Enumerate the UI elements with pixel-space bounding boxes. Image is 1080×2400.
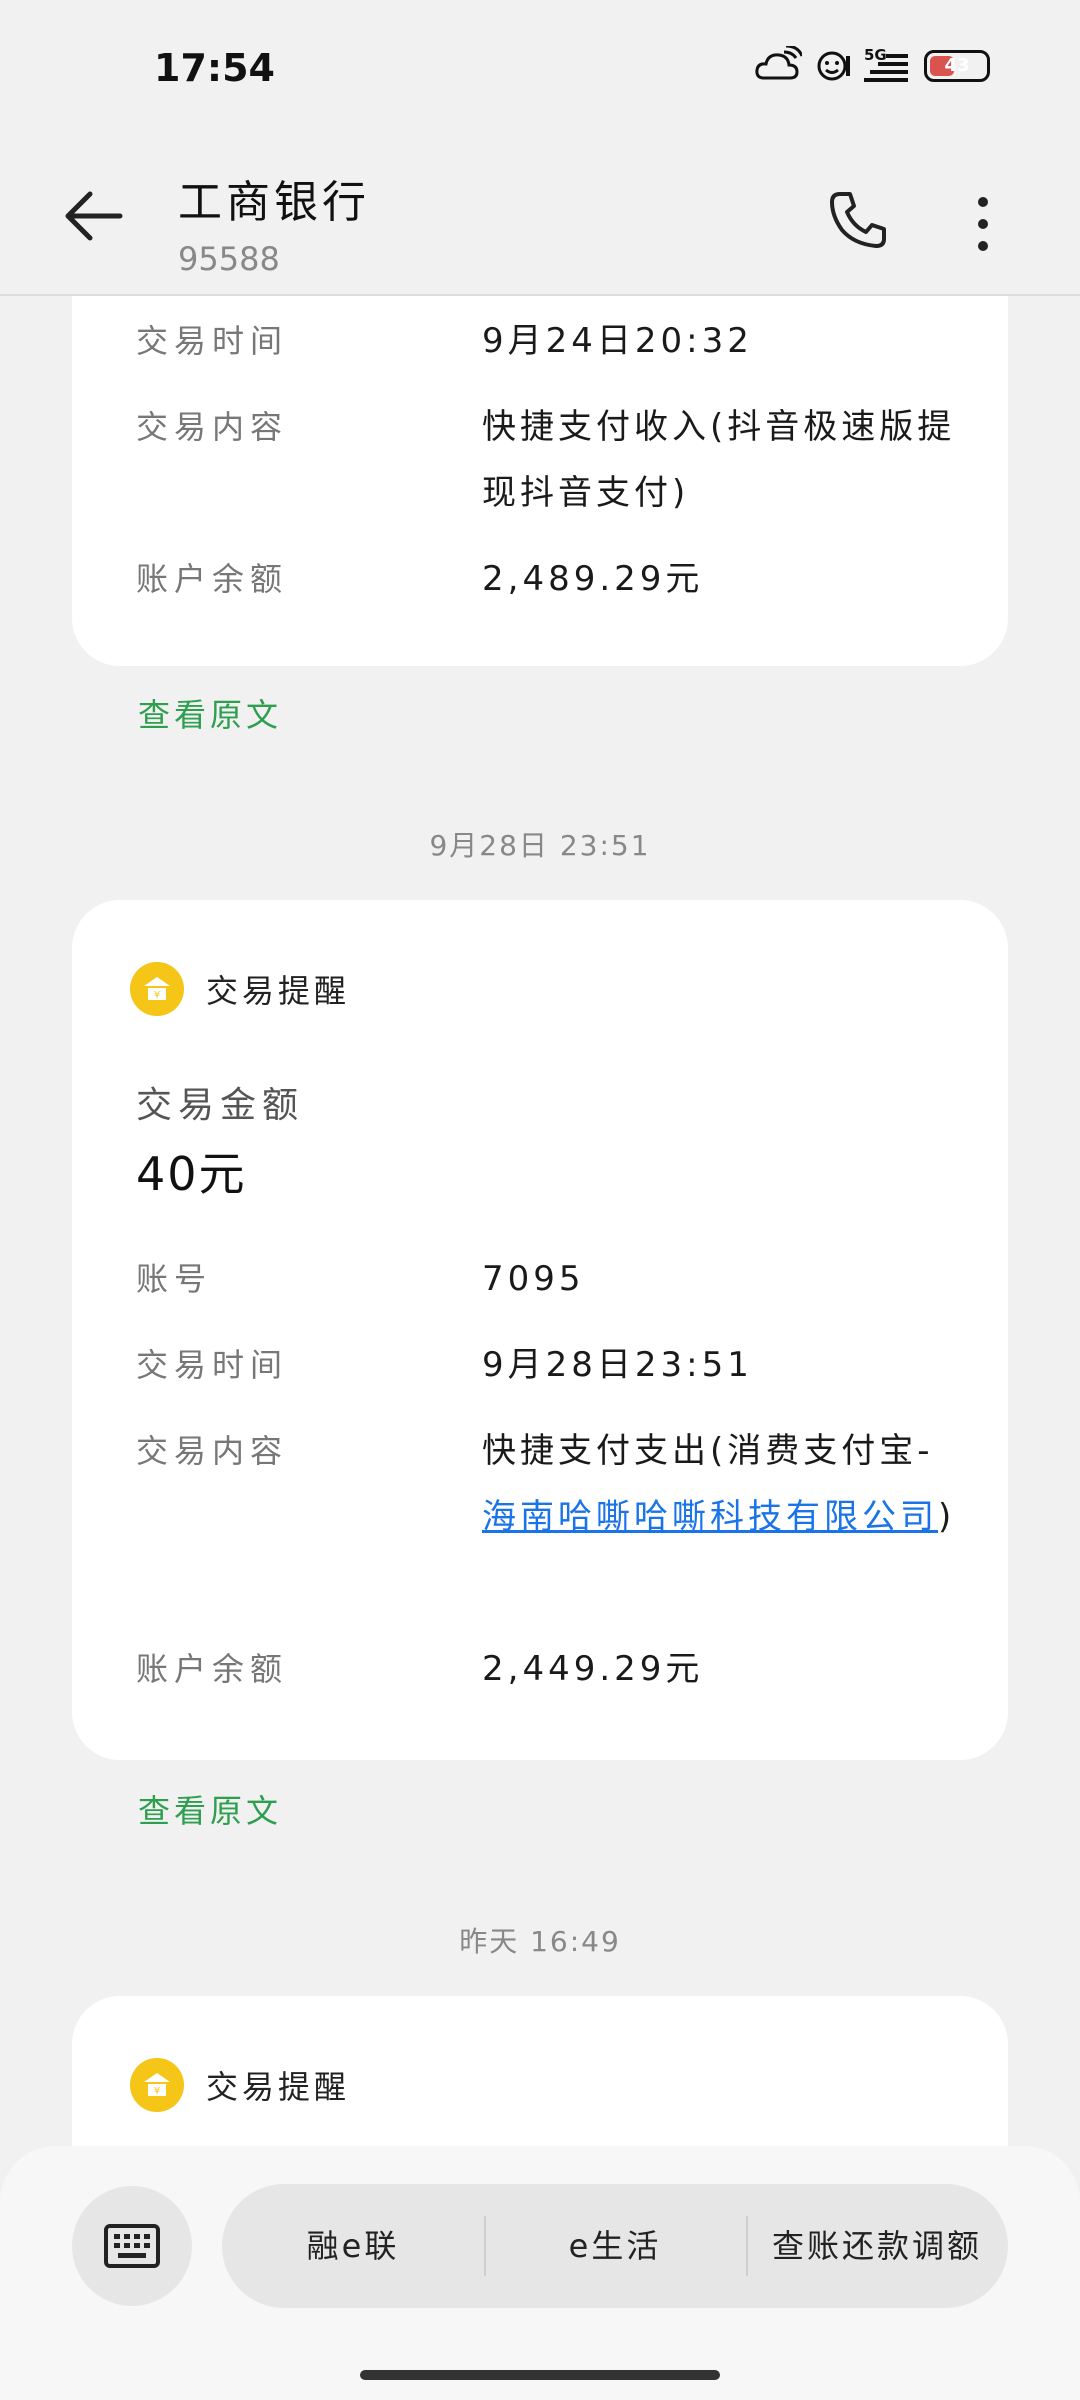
contact-name: 工商银行 (178, 177, 370, 228)
phone-icon[interactable] (826, 188, 890, 252)
row-value: 9月24日20:32 (482, 321, 753, 361)
bank-icon: ¥ (130, 2058, 184, 2112)
bank-icon: ¥ (130, 962, 184, 1016)
keyboard-icon (104, 2224, 160, 2268)
cloud-wifi-icon (755, 46, 802, 80)
service-menu: 融e联 e生活 查账还款调额 (222, 2184, 1008, 2308)
home-indicator[interactable] (360, 2370, 720, 2380)
contact-number: 95588 (178, 240, 280, 278)
svg-text:¥: ¥ (154, 2086, 160, 2097)
view-original-link[interactable]: 查看原文 (138, 690, 282, 736)
detail-row: 账号 7095 (136, 1246, 956, 1312)
menu-item-account-query[interactable]: 查账还款调额 (746, 2184, 1008, 2308)
content-prefix: 快捷支付支出(消费支付宝- (482, 1431, 934, 1471)
row-label: 交易时间 (136, 1346, 289, 1384)
row-label: 交易内容 (136, 1432, 289, 1470)
row-value: 快捷支付收入(抖音极速版提现抖音支付) (482, 407, 956, 513)
merchant-link[interactable]: 海南哈嘶哈嘶科技有限公司 (482, 1497, 938, 1537)
amount-value: 40元 (136, 1147, 247, 1201)
detail-row: 交易内容 快捷支付收入(抖音极速版提现抖音支付) (136, 394, 956, 526)
row-label: 账户余额 (136, 1650, 289, 1688)
card-title: 交易提醒 (206, 972, 351, 1010)
battery-level: 43 (944, 55, 970, 76)
transaction-card: 交易时间 9月24日20:32 交易内容 快捷支付收入(抖音极速版提现抖音支付)… (72, 296, 1008, 666)
5g-signal-icon: 5G (864, 46, 908, 82)
keyboard-toggle-button[interactable] (72, 2186, 192, 2306)
bottom-menu-panel: 融e联 e生活 查账还款调额 (0, 2146, 1080, 2400)
date-separator: 昨天 16:49 (459, 1925, 621, 1958)
message-list[interactable]: 交易时间 9月24日20:32 交易内容 快捷支付收入(抖音极速版提现抖音支付)… (0, 296, 1080, 2146)
contact-info: 工商银行 95588 (178, 166, 370, 278)
back-arrow-icon[interactable] (60, 188, 130, 244)
view-original-link[interactable]: 查看原文 (138, 1786, 282, 1832)
svg-text:5G: 5G (864, 46, 887, 64)
row-value: 9月28日23:51 (482, 1345, 753, 1385)
row-label: 账户余额 (136, 560, 289, 598)
status-icons: 5G 43 (754, 46, 990, 86)
status-time: 17:54 (154, 46, 275, 90)
detail-row: 交易时间 9月24日20:32 (136, 308, 956, 374)
row-label: 交易时间 (136, 322, 289, 360)
card-title: 交易提醒 (206, 2068, 351, 2106)
card-header: ¥ 交易提醒 (130, 2058, 350, 2112)
menu-item-rongelian[interactable]: 融e联 (222, 2184, 484, 2308)
menu-item-elife[interactable]: e生活 (484, 2184, 746, 2308)
status-bar: 17:54 5G 43 (0, 0, 1080, 130)
row-label: 交易内容 (136, 408, 289, 446)
row-value: 快捷支付支出(消费支付宝- 海南哈嘶哈嘶科技有限公司) (482, 1418, 956, 1550)
detail-row: 账户余额 2,449.29元 (136, 1636, 956, 1702)
amount-label: 交易金额 (136, 1085, 305, 1126)
conversation-header: 工商银行 95588 (0, 130, 1080, 296)
date-separator: 9月28日 23:51 (429, 829, 651, 862)
card-header: ¥ 交易提醒 (130, 962, 350, 1016)
battery-icon: 43 (924, 50, 990, 82)
row-label: 账号 (136, 1260, 213, 1298)
row-value: 2,489.29元 (482, 559, 704, 599)
face-icon (817, 51, 850, 81)
detail-row: 交易时间 9月28日23:51 (136, 1332, 956, 1398)
row-value: 7095 (482, 1259, 585, 1299)
detail-row: 交易内容 快捷支付支出(消费支付宝- 海南哈嘶哈嘶科技有限公司) (136, 1418, 956, 1550)
row-value: 2,449.29元 (482, 1649, 704, 1689)
content-suffix: ) (938, 1497, 956, 1537)
more-vertical-icon[interactable] (968, 194, 998, 254)
detail-row: 账户余额 2,489.29元 (136, 546, 956, 612)
transaction-card: ¥ 交易提醒 (72, 1996, 1008, 2146)
svg-text:¥: ¥ (154, 990, 160, 1001)
transaction-card: ¥ 交易提醒 交易金额 40元 账号 7095 交易时间 9月28日23:51 … (72, 900, 1008, 1760)
